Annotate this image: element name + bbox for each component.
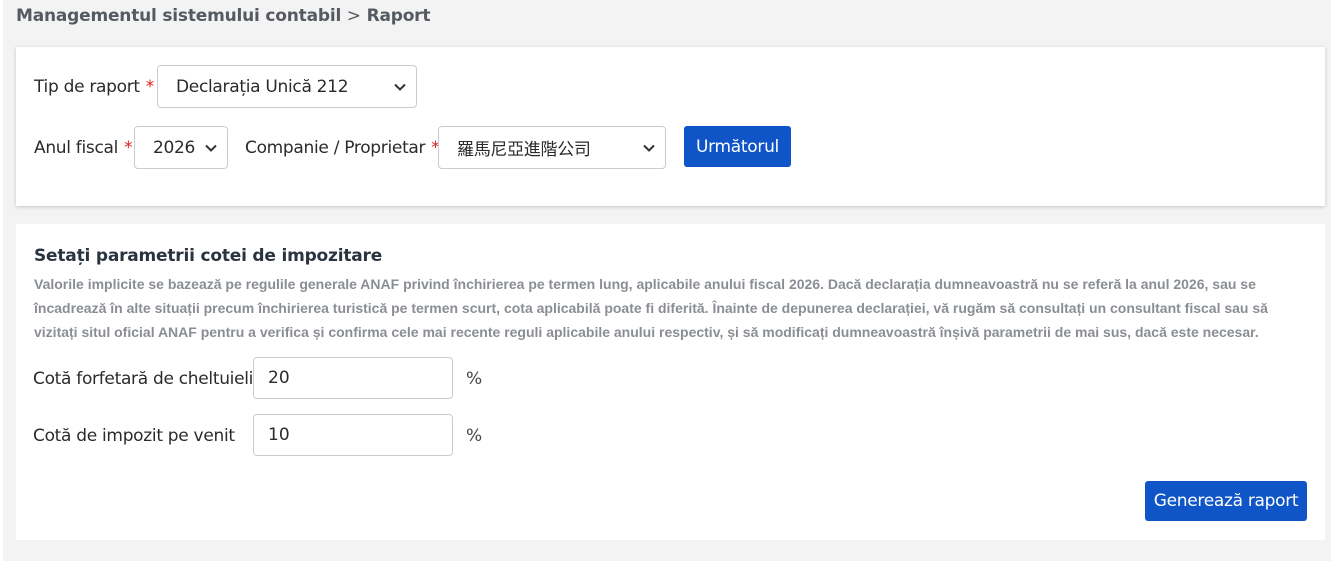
breadcrumb-current: Raport (366, 6, 431, 26)
chevron-down-icon (205, 144, 217, 152)
breadcrumb-parent[interactable]: Managementul sistemului contabil (16, 6, 341, 26)
income-tax-input[interactable]: 10 (253, 414, 453, 456)
company-select[interactable]: 羅馬尼亞進階公司 (438, 126, 666, 169)
report-type-label-text: Tip de raport (34, 77, 140, 97)
fiscal-year-select[interactable]: 2026 (134, 126, 228, 169)
breadcrumb: Managementul sistemului contabil > Rapor… (16, 6, 430, 26)
report-type-label: Tip de raport * (34, 77, 154, 97)
required-marker: * (145, 77, 155, 97)
company-label: Companie / Proprietar * (245, 138, 440, 158)
income-tax-unit: % (466, 426, 483, 446)
section-description: Valorile implicite se bazează pe regulil… (34, 276, 1268, 340)
company-value: 羅馬尼亞進階公司 (457, 140, 591, 160)
report-selection-card: Tip de raport * Declarația Unică 212 Anul… (16, 47, 1325, 206)
fiscal-year-label: Anul fiscal * (34, 138, 133, 158)
tax-parameters-card: Setați parametrii cotei de impozitare Va… (16, 224, 1325, 540)
required-marker: * (124, 138, 133, 158)
chevron-down-icon (643, 144, 655, 152)
section-title: Setați parametrii cotei de impozitare (34, 246, 383, 266)
breadcrumb-separator: > (346, 6, 361, 26)
report-type-select[interactable]: Declarația Unică 212 (157, 65, 417, 108)
generate-report-button[interactable]: Generează raport (1145, 481, 1307, 521)
fiscal-year-value: 2026 (153, 137, 196, 158)
expense-rate-input[interactable]: 20 (253, 357, 453, 399)
page: Managementul sistemului contabil > Rapor… (3, 0, 1331, 561)
income-tax-label: Cotă de impozit pe venit (33, 426, 235, 446)
fiscal-year-label-text: Anul fiscal (34, 138, 119, 158)
expense-rate-unit: % (466, 369, 483, 389)
next-button[interactable]: Următorul (684, 126, 791, 167)
company-label-text: Companie / Proprietar (245, 138, 426, 158)
expense-rate-label: Cotă forfetară de cheltuieli (33, 369, 254, 389)
report-type-value: Declarația Unică 212 (176, 76, 349, 97)
chevron-down-icon (394, 83, 406, 91)
